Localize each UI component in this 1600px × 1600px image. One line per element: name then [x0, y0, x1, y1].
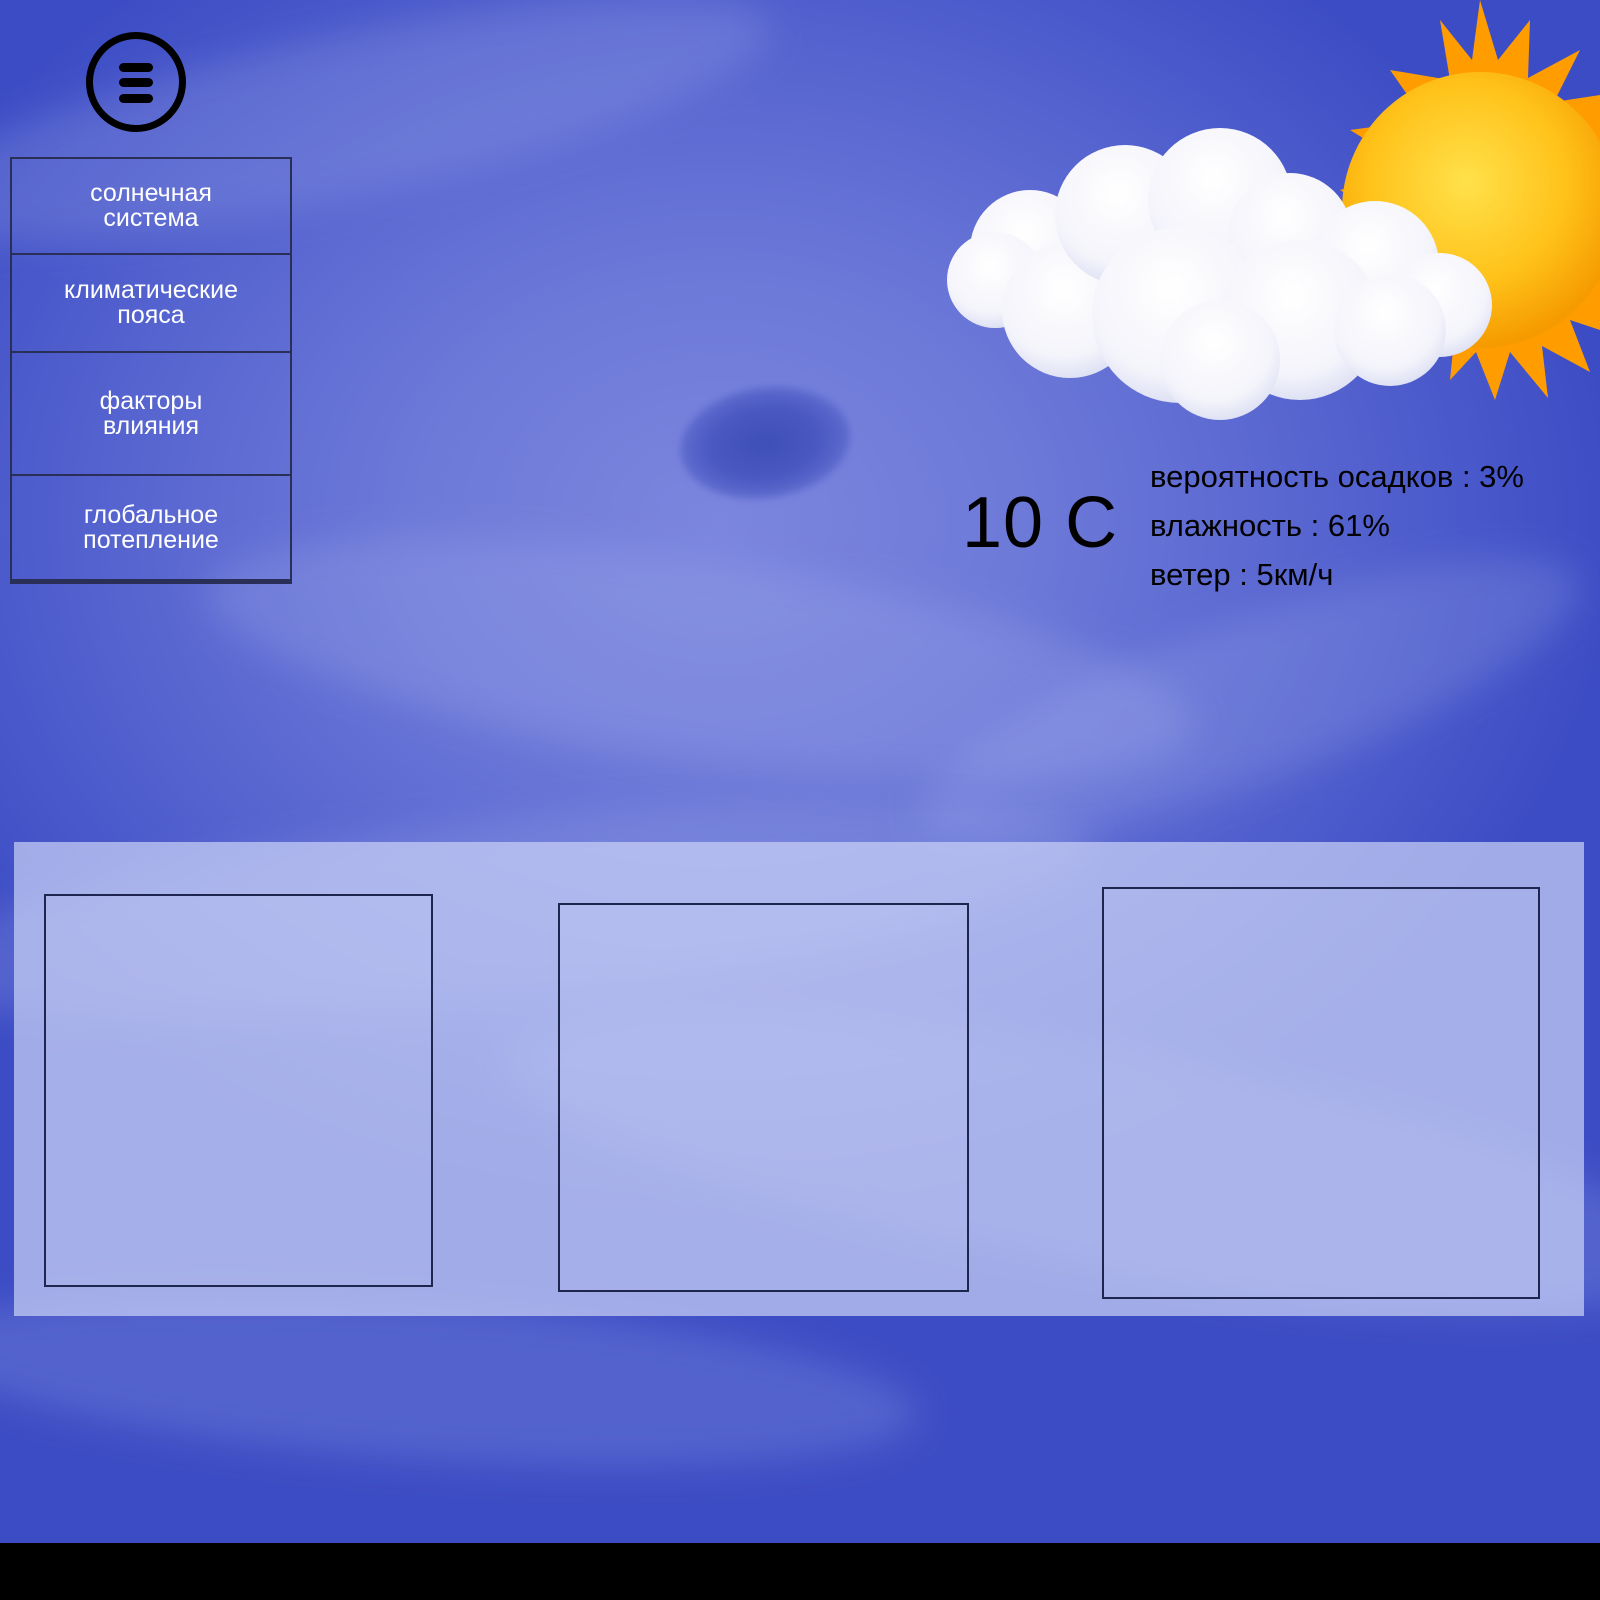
cards-panel [14, 842, 1584, 1316]
content-card[interactable] [558, 903, 969, 1292]
weather-stats: вероятность осадков : 3% влажность : 61%… [1150, 452, 1524, 599]
sidebar-item-climate-zones[interactable]: климатические пояса [12, 255, 290, 353]
partly-cloudy-sun-icon [947, 0, 1600, 420]
sidebar-menu: солнечная система климатические пояса фа… [10, 157, 292, 584]
humidity-value: влажность : 61% [1150, 508, 1390, 543]
sidebar-item-solar-system[interactable]: солнечная система [12, 159, 290, 255]
temperature-value: 10 С [962, 483, 1119, 563]
sidebar-item-global-warming[interactable]: глобальное потепление [12, 476, 290, 582]
content-card[interactable] [44, 894, 433, 1287]
hurricane-eye [673, 376, 857, 510]
menu-button[interactable] [86, 32, 186, 132]
content-card[interactable] [1102, 887, 1540, 1299]
wind-speed: ветер : 5км/ч [1150, 557, 1334, 592]
hamburger-menu-icon [119, 63, 153, 72]
precipitation-probability: вероятность осадков : 3% [1150, 459, 1524, 494]
bottom-bar [0, 1543, 1600, 1600]
sidebar-item-influence-factors[interactable]: факторы влияния [12, 353, 290, 476]
